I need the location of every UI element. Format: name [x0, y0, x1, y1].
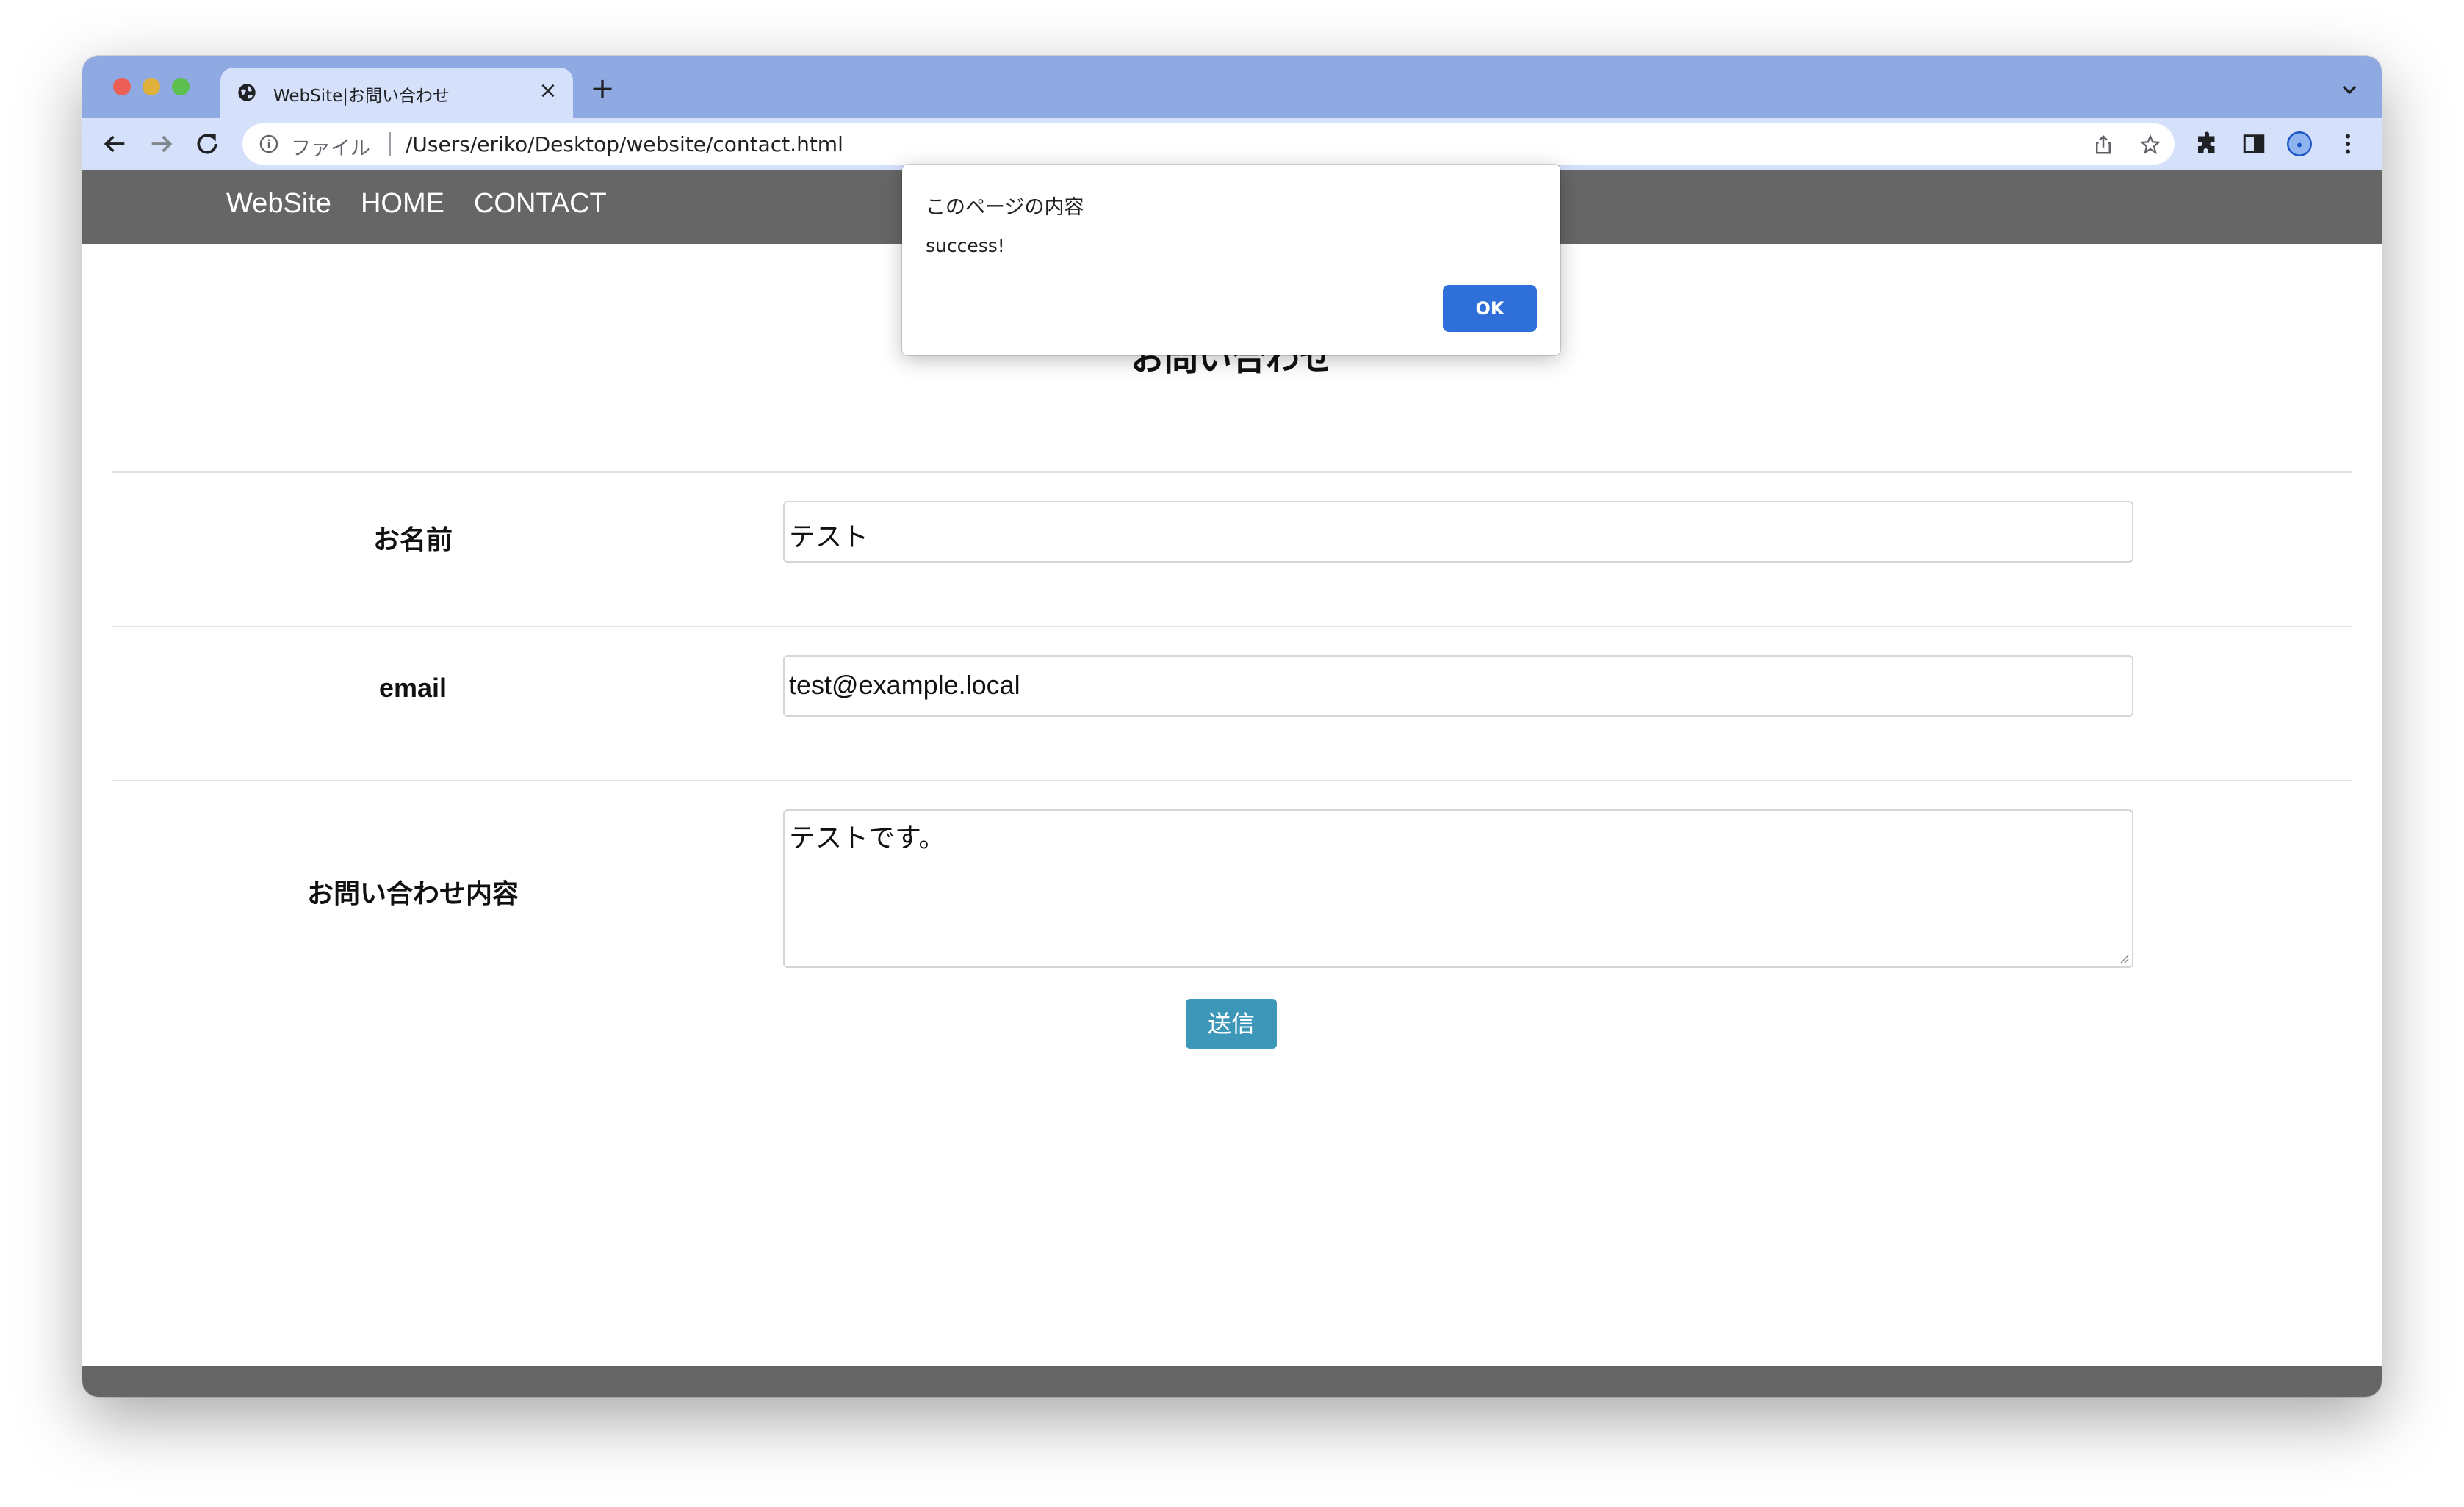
divider: [112, 626, 2352, 627]
back-arrow-icon[interactable]: [100, 129, 129, 159]
close-window-button[interactable]: [113, 78, 131, 95]
chevron-down-icon[interactable]: [2338, 78, 2361, 101]
dialog-message: success!: [926, 235, 1005, 256]
email-label: email: [378, 673, 447, 703]
ok-button[interactable]: OK: [1443, 285, 1537, 332]
resize-grip-icon[interactable]: [2117, 952, 2129, 964]
close-tab-icon[interactable]: ×: [535, 78, 561, 104]
share-icon[interactable]: [2092, 134, 2114, 156]
url-divider: [389, 132, 391, 156]
submit-button[interactable]: 送信: [1186, 999, 1277, 1049]
extensions-icon[interactable]: [2194, 131, 2220, 157]
message-label: お問い合わせ内容: [306, 878, 519, 908]
browser-window: WebSite|お問い合わせ × + ファイル /Users/eriko/Des…: [82, 56, 2382, 1397]
browser-toolbar: ファイル /Users/eriko/Desktop/website/contac…: [82, 118, 2382, 170]
url-scheme-label: ファイル: [291, 137, 370, 160]
forward-arrow-icon[interactable]: [147, 129, 176, 159]
site-footer: © 2022 bluecode, inc. All Rights Reserve…: [82, 1366, 2382, 1397]
profile-avatar-icon[interactable]: [2286, 131, 2313, 157]
new-tab-button[interactable]: +: [586, 73, 619, 106]
site-nav: WebSite HOME CONTACT: [226, 188, 607, 220]
globe-icon: [238, 84, 256, 101]
address-bar[interactable]: ファイル /Users/eriko/Desktop/website/contac…: [242, 123, 2175, 165]
dialog-title: このページの内容: [926, 196, 1084, 219]
divider: [112, 471, 2352, 473]
alert-dialog: このページの内容 success! OK: [902, 165, 1560, 355]
name-label: お名前: [372, 524, 453, 554]
nav-link-contact[interactable]: CONTACT: [474, 188, 607, 220]
name-field[interactable]: テスト: [783, 501, 2133, 563]
nav-link-home[interactable]: HOME: [361, 188, 444, 220]
tab-title: WebSite|お問い合わせ: [273, 87, 450, 106]
side-panel-icon[interactable]: [2241, 131, 2267, 157]
tab-contact[interactable]: WebSite|お問い合わせ ×: [220, 68, 573, 118]
zoom-window-button[interactable]: [172, 78, 190, 95]
message-text: テストです。: [789, 823, 945, 853]
url-text[interactable]: /Users/eriko/Desktop/website/contact.htm…: [406, 132, 843, 156]
email-field[interactable]: test@example.local: [783, 655, 2133, 717]
minimize-window-button[interactable]: [143, 78, 160, 95]
divider: [112, 780, 2352, 781]
site-logo-link[interactable]: WebSite: [226, 188, 331, 220]
message-textarea[interactable]: テストです。: [783, 809, 2133, 968]
tab-strip: WebSite|お問い合わせ × +: [82, 56, 2382, 118]
reload-icon[interactable]: [192, 129, 222, 159]
bookmark-star-icon[interactable]: [2139, 134, 2161, 156]
more-menu-icon[interactable]: [2335, 131, 2361, 157]
info-icon[interactable]: [259, 134, 279, 154]
